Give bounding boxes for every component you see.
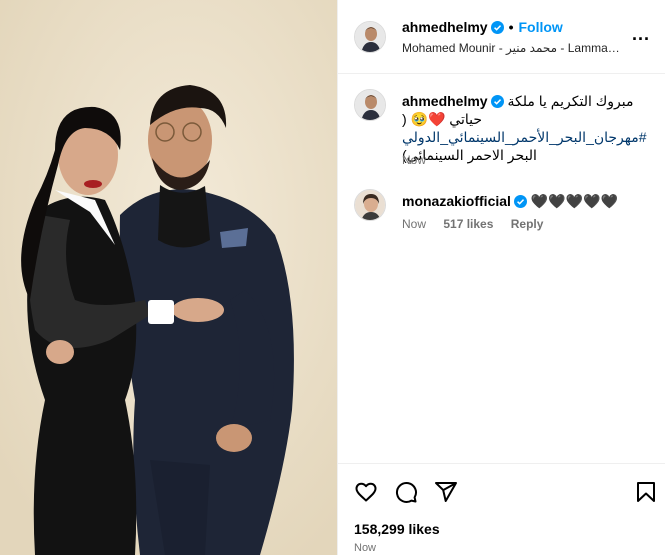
share-icon[interactable]: [434, 480, 458, 504]
likes-count[interactable]: 158,299 likes: [354, 521, 440, 537]
header-title-row: ahmedhelmy • Follow: [402, 19, 563, 35]
bookmark-icon[interactable]: [634, 480, 658, 504]
post-photo[interactable]: [0, 0, 337, 555]
audio-track-link[interactable]: Mohamed Mounir - محمد منير - Lamma ...: [402, 41, 620, 55]
verified-icon: [513, 195, 527, 208]
verified-icon: [490, 95, 504, 108]
comment-meta: Now: [402, 153, 440, 167]
comment-likes[interactable]: 517 likes: [443, 217, 493, 231]
comment-text: 🖤🖤🖤🖤🖤: [530, 193, 618, 209]
comment-meta: Now 517 likes Reply: [402, 217, 557, 231]
separator-dot: •: [508, 19, 514, 35]
avatar-image: [355, 190, 385, 220]
author-avatar[interactable]: [354, 21, 386, 53]
avatar-image: [355, 22, 385, 52]
avatar-image: [355, 90, 385, 120]
comment-icon[interactable]: [394, 480, 418, 504]
post-header: ahmedhelmy • Follow Mohamed Mounir - محمد …: [338, 0, 665, 74]
post-time: Now: [354, 542, 377, 554]
comment-time: Now: [402, 217, 427, 231]
comment-avatar[interactable]: [354, 89, 386, 121]
comment-username[interactable]: ahmedhelmy: [402, 93, 488, 109]
follow-button[interactable]: Follow: [519, 19, 563, 35]
more-options-icon[interactable]: ...: [632, 24, 650, 45]
comment-avatar[interactable]: [354, 189, 386, 221]
heart-icon[interactable]: [354, 480, 378, 504]
hashtag-link[interactable]: #مهرجان_البحر_الأحمر_السينمائي_الدولي: [402, 129, 647, 145]
couple-photo: [0, 0, 337, 555]
comment-username[interactable]: monazakiofficial: [402, 193, 511, 209]
comment-time: Now: [402, 153, 427, 167]
verified-icon: [490, 21, 504, 34]
comment-text-block: monazakiofficial 🖤🖤🖤🖤🖤: [402, 192, 652, 210]
reply-button[interactable]: Reply: [511, 217, 544, 231]
post-actions: 158,299 likes Now: [338, 463, 665, 555]
author-username[interactable]: ahmedhelmy: [402, 19, 488, 35]
post-side-panel: ahmedhelmy • Follow Mohamed Mounir - محمد …: [337, 0, 665, 555]
